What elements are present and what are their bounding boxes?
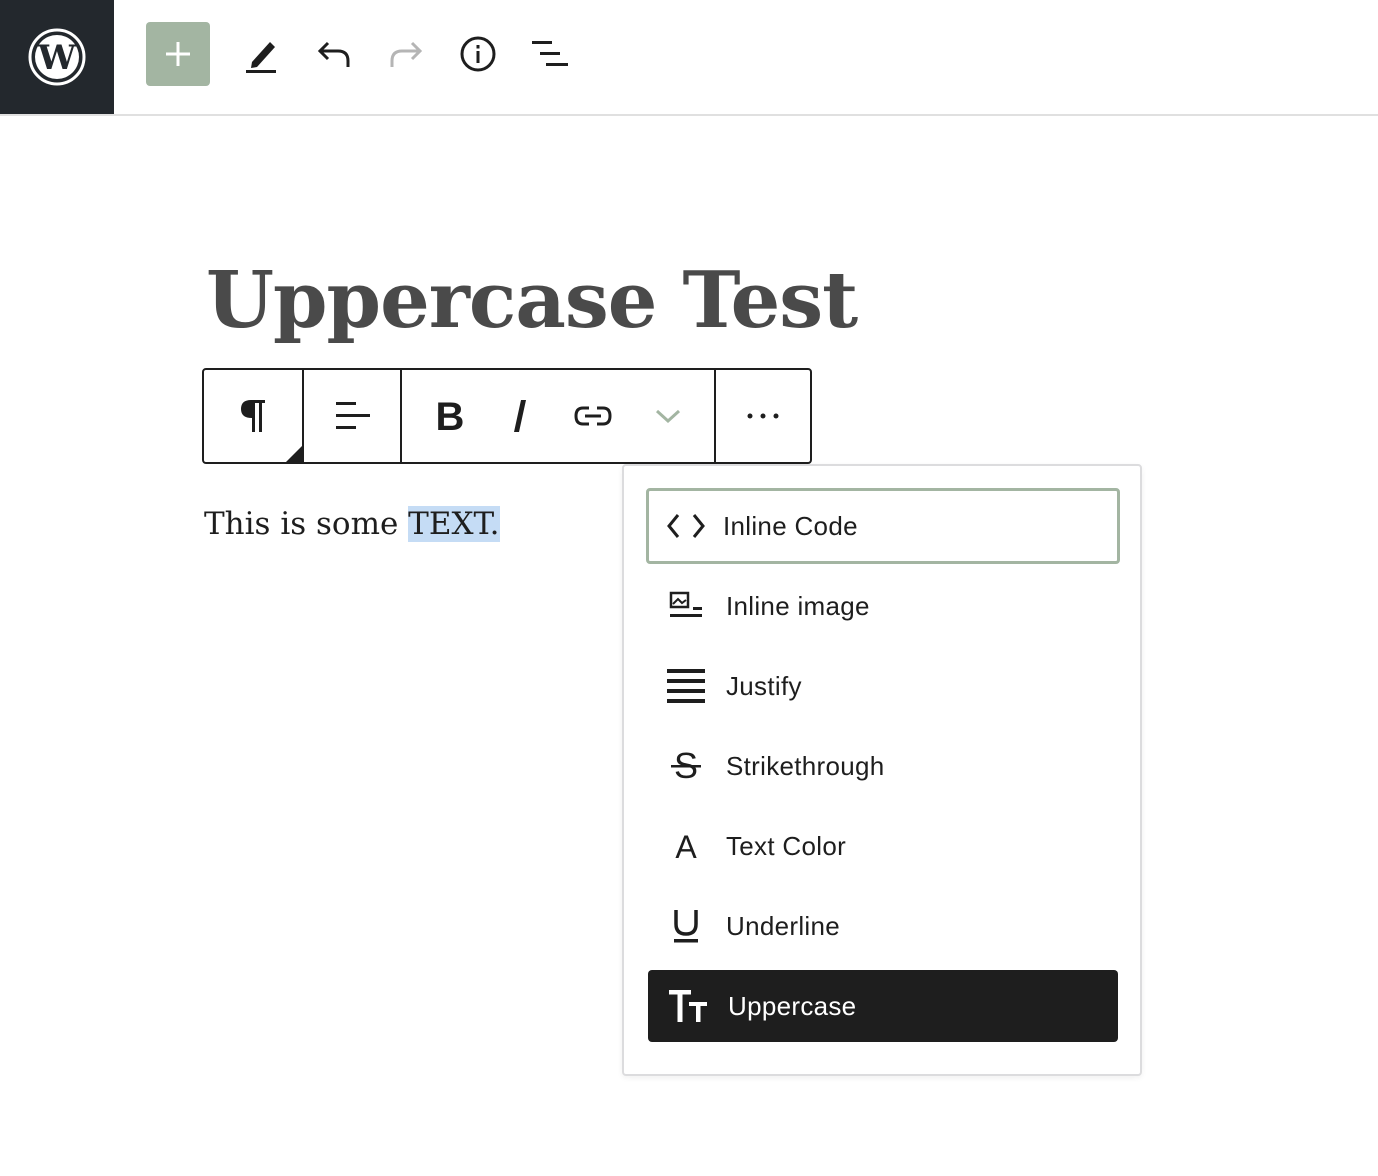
justify-icon <box>646 648 726 724</box>
align-left-icon <box>336 402 370 429</box>
details-button[interactable] <box>446 22 510 86</box>
plus-icon <box>166 42 190 66</box>
format-group: B <box>402 370 714 462</box>
info-icon <box>460 36 496 72</box>
menu-item-label: Text Color <box>726 830 847 861</box>
pencil-icon <box>246 42 276 73</box>
menu-item-label: Underline <box>726 910 840 941</box>
block-switcher-group <box>204 370 302 462</box>
menu-item-uppercase[interactable]: Uppercase <box>648 970 1118 1042</box>
menu-item-label: Justify <box>726 670 802 701</box>
format-dropdown-menu: Inline Code Inline image Justify S Strik… <box>622 464 1142 1076</box>
menu-item-strikethrough[interactable]: S Strikethrough <box>646 728 1120 804</box>
italic-button[interactable] <box>498 370 542 462</box>
code-brackets-icon <box>646 488 726 564</box>
paragraph-icon <box>241 400 265 432</box>
menu-item-label: Inline Code <box>723 510 858 541</box>
menu-item-inline-image[interactable]: Inline image <box>646 568 1120 644</box>
paragraph-block[interactable]: This is some TEXT. <box>204 500 500 548</box>
link-icon <box>574 406 612 426</box>
options-group <box>716 370 810 462</box>
uppercase-icon <box>648 970 728 1042</box>
editor-header: W <box>0 0 1378 116</box>
more-options-button[interactable] <box>716 370 810 462</box>
inline-image-icon <box>646 568 726 644</box>
paragraph-text: This is some <box>204 506 409 542</box>
strikethrough-icon: S <box>646 728 726 804</box>
wordpress-logo-icon: W <box>28 28 86 86</box>
list-view-icon <box>532 41 568 66</box>
list-view-button[interactable] <box>518 22 582 86</box>
menu-item-label: Strikethrough <box>726 750 885 781</box>
wordpress-logo-button[interactable]: W <box>0 0 114 114</box>
underline-icon <box>646 888 726 964</box>
text-color-icon: A <box>646 808 726 884</box>
menu-item-inline-code[interactable]: Inline Code <box>646 488 1120 564</box>
selected-text: TEXT. <box>408 506 500 542</box>
redo-button[interactable] <box>374 22 438 86</box>
alignment-group <box>304 370 400 462</box>
block-switcher-indicator <box>286 446 302 462</box>
menu-item-text-color[interactable]: A Text Color <box>646 808 1120 884</box>
add-block-button[interactable] <box>146 22 210 86</box>
svg-text:B: B <box>436 398 465 434</box>
undo-button[interactable] <box>302 22 366 86</box>
link-button[interactable] <box>542 370 644 462</box>
menu-item-justify[interactable]: Justify <box>646 648 1120 724</box>
undo-icon <box>317 41 350 67</box>
tools-button[interactable] <box>230 22 294 86</box>
more-formats-button[interactable] <box>644 370 692 462</box>
italic-icon <box>514 400 526 432</box>
align-button[interactable] <box>304 370 400 462</box>
bold-button[interactable]: B <box>402 370 498 462</box>
menu-item-label: Uppercase <box>728 990 857 1021</box>
svg-text:A: A <box>675 830 697 862</box>
bold-icon: B <box>436 398 465 434</box>
chevron-down-icon <box>655 409 681 424</box>
post-title[interactable]: Uppercase Test <box>206 254 858 348</box>
svg-text:W: W <box>37 38 77 78</box>
menu-item-label: Inline image <box>726 590 870 621</box>
block-toolbar: B <box>202 368 812 464</box>
more-options-icon <box>747 413 779 419</box>
redo-icon <box>390 41 423 67</box>
menu-item-underline[interactable]: Underline <box>646 888 1120 964</box>
